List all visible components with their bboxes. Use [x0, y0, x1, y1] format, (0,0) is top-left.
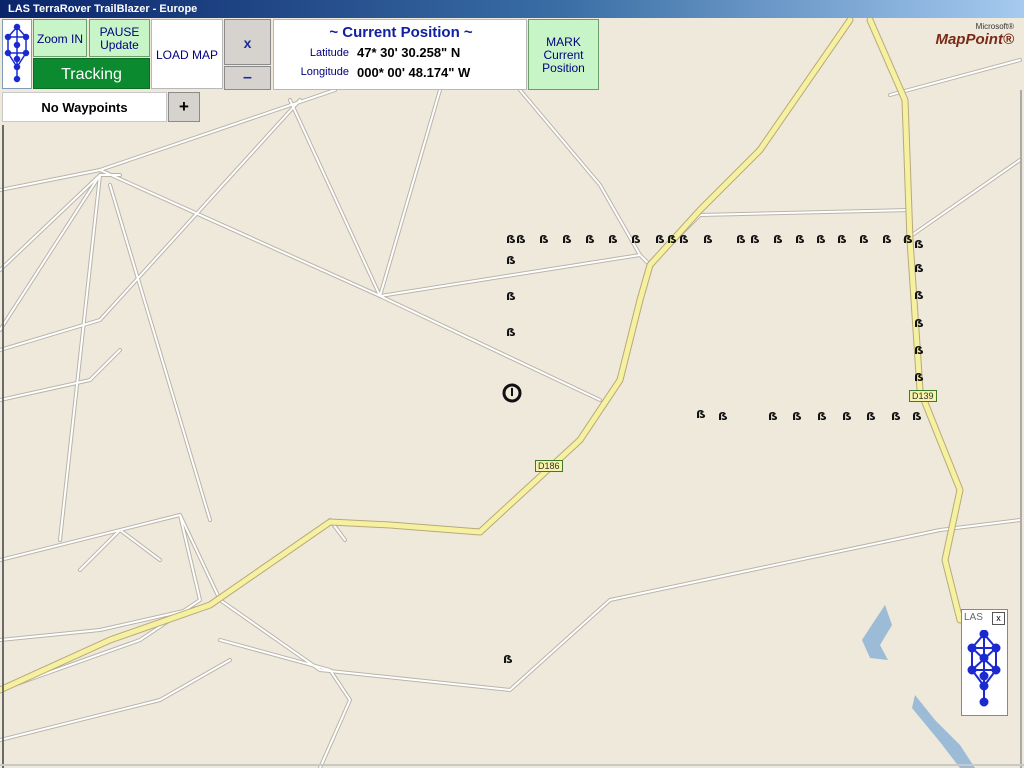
svg-text:ẞ: ẞ: [506, 290, 516, 303]
svg-text:ẞ: ẞ: [768, 410, 778, 423]
mappoint-logo: Microsoft® MapPoint®: [935, 22, 1014, 48]
app-logo: [2, 19, 32, 89]
svg-text:ẞ: ẞ: [817, 410, 827, 423]
tree-of-life-icon: [967, 630, 1001, 707]
svg-text:ẞ: ẞ: [655, 233, 665, 246]
svg-text:ẞ: ẞ: [891, 410, 901, 423]
map-view[interactable]: ẞẞẞẞẞẞẞẞẞẞẞẞẞẞẞẞẞẞẞẞ ẞẞẞ ẞẞẞẞẞẞ ẞẞẞẞẞẞẞẞ…: [0, 18, 1024, 768]
road-label-d186: D186: [535, 460, 563, 472]
las-widget-close-button[interactable]: x: [992, 612, 1005, 625]
svg-text:ẞ: ẞ: [914, 344, 924, 357]
svg-text:ẞ: ẞ: [585, 233, 595, 246]
svg-text:ẞ: ẞ: [506, 326, 516, 339]
svg-text:ẞ: ẞ: [882, 233, 892, 246]
svg-text:ẞ: ẞ: [703, 233, 713, 246]
svg-text:ẞ: ẞ: [750, 233, 760, 246]
lake-shape: [862, 605, 892, 660]
svg-text:ẞ: ẞ: [608, 233, 618, 246]
svg-text:ẞ: ẞ: [914, 238, 924, 251]
latitude-value: 47* 30' 30.258" N: [357, 45, 461, 60]
svg-text:ẞ: ẞ: [792, 410, 802, 423]
longitude-value: 000* 00' 48.174" W: [357, 65, 471, 80]
svg-text:ẞ: ẞ: [718, 410, 728, 423]
mark-current-position-button[interactable]: MARK Current Position: [528, 19, 599, 90]
tracking-button[interactable]: Tracking: [33, 58, 150, 89]
svg-text:ẞ: ẞ: [562, 233, 572, 246]
svg-text:ẞ: ẞ: [539, 233, 549, 246]
svg-text:ẞ: ẞ: [679, 233, 689, 246]
svg-text:ẞ: ẞ: [914, 262, 924, 275]
latitude-label: Latitude: [309, 47, 349, 59]
map-canvas[interactable]: ẞẞẞẞẞẞẞẞẞẞẞẞẞẞẞẞẞẞẞẞ ẞẞẞ ẞẞẞẞẞẞ ẞẞẞẞẞẞẞẞ…: [0, 18, 1024, 768]
load-map-button[interactable]: LOAD MAP: [151, 19, 223, 89]
add-waypoint-button[interactable]: +: [168, 92, 200, 122]
svg-text:ẞ: ẞ: [859, 233, 869, 246]
svg-text:ẞ: ẞ: [506, 254, 516, 267]
svg-text:ẞ: ẞ: [914, 289, 924, 302]
las-widget[interactable]: LAS x: [961, 609, 1008, 716]
current-position-title: ~ Current Position ~: [329, 24, 473, 41]
frame-right: [1020, 90, 1022, 768]
zoom-in-button[interactable]: Zoom IN: [33, 19, 87, 57]
mark-label-3: Position: [542, 61, 585, 75]
svg-text:ẞ: ẞ: [516, 233, 526, 246]
mappoint-text: MapPoint®: [935, 31, 1014, 48]
svg-text:ẞ: ẞ: [696, 408, 706, 421]
svg-text:ẞ: ẞ: [914, 371, 924, 384]
svg-text:ẞ: ẞ: [842, 410, 852, 423]
update-label: Update: [100, 38, 139, 52]
road-label-d139: D139: [909, 390, 937, 402]
frame-left: [2, 125, 4, 768]
current-position-panel: ~ Current Position ~ Latitude 47* 30' 30…: [273, 19, 527, 90]
pause-update-button[interactable]: PAUSE Update: [89, 19, 150, 57]
minimize-button[interactable]: –: [224, 66, 271, 90]
svg-text:ẞ: ẞ: [773, 233, 783, 246]
svg-text:ẞ: ẞ: [631, 233, 641, 246]
svg-text:ẞ: ẞ: [837, 233, 847, 246]
svg-text:ẞ: ẞ: [667, 233, 677, 246]
svg-text:ẞ: ẞ: [816, 233, 826, 246]
las-widget-label: LAS: [964, 612, 983, 623]
waypoints-dropdown[interactable]: No Waypoints: [2, 92, 167, 122]
microsoft-text: Microsoft®: [975, 22, 1014, 31]
svg-text:ẞ: ẞ: [866, 410, 876, 423]
svg-text:ẞ: ẞ: [503, 653, 513, 666]
title-bar: LAS TerraRover TrailBlazer - Europe: [0, 0, 1024, 18]
svg-text:ẞ: ẞ: [506, 233, 516, 246]
svg-text:ẞ: ẞ: [903, 233, 913, 246]
close-button[interactable]: x: [224, 19, 271, 65]
frame-bottom: [0, 764, 1024, 766]
svg-text:ẞ: ẞ: [912, 410, 922, 423]
longitude-label: Longitude: [300, 66, 349, 78]
svg-text:ẞ: ẞ: [914, 317, 924, 330]
svg-text:ẞ: ẞ: [736, 233, 746, 246]
svg-text:ẞ: ẞ: [795, 233, 805, 246]
tree-of-life-icon: [4, 23, 30, 83]
current-position-marker: [502, 383, 522, 403]
window-title: LAS TerraRover TrailBlazer - Europe: [8, 3, 198, 15]
